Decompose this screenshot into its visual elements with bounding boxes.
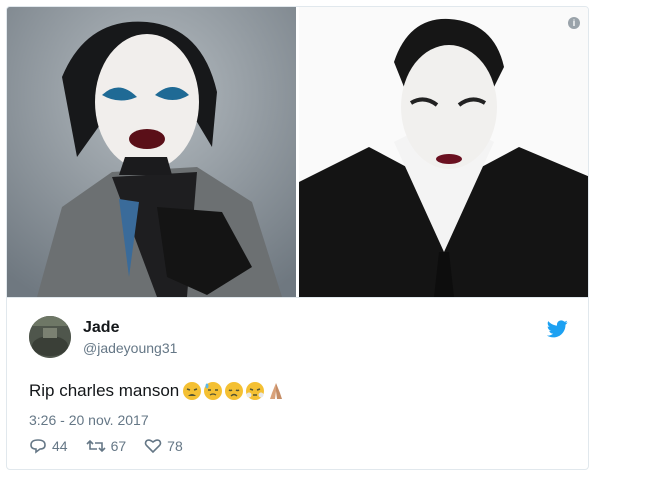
disappointed-face-icon (225, 382, 244, 400)
sweat-face-icon (204, 382, 223, 400)
display-name[interactable]: Jade (83, 319, 119, 337)
reply-count: 44 (52, 438, 68, 454)
user-handle[interactable]: @jadeyoung31 (83, 340, 177, 356)
retweet-icon (86, 439, 106, 453)
like-button[interactable]: 78 (144, 438, 183, 454)
emoji-group (182, 381, 286, 401)
twitter-bird-icon[interactable] (547, 320, 568, 338)
tweet-card: i Jade @jadeyoung31 Rip charles manson 3… (6, 6, 589, 470)
retweet-button[interactable]: 67 (86, 438, 127, 454)
retweet-count: 67 (110, 438, 127, 454)
reply-icon (30, 439, 46, 454)
tweet-timestamp[interactable]: 3:26 - 20 nov. 2017 (29, 412, 149, 428)
tweet-body: Jade @jadeyoung31 Rip charles manson 3:2… (7, 297, 588, 469)
tweet-photo-right[interactable] (299, 7, 588, 297)
reply-button[interactable]: 44 (29, 438, 68, 454)
folded-hands-icon (270, 383, 283, 399)
like-count: 78 (167, 438, 183, 454)
avatar[interactable] (29, 316, 71, 358)
tweet-actions: 44 67 78 (29, 438, 201, 454)
tweet-text: Rip charles manson (29, 381, 286, 401)
tweet-text-content: Rip charles manson (29, 381, 180, 400)
heart-icon (144, 439, 162, 454)
weary-face-icon (183, 382, 202, 400)
info-icon[interactable]: i (568, 17, 580, 29)
tweet-media[interactable]: i (7, 7, 588, 298)
steam-face-icon (246, 382, 265, 400)
tweet-photo-left[interactable] (7, 7, 296, 297)
